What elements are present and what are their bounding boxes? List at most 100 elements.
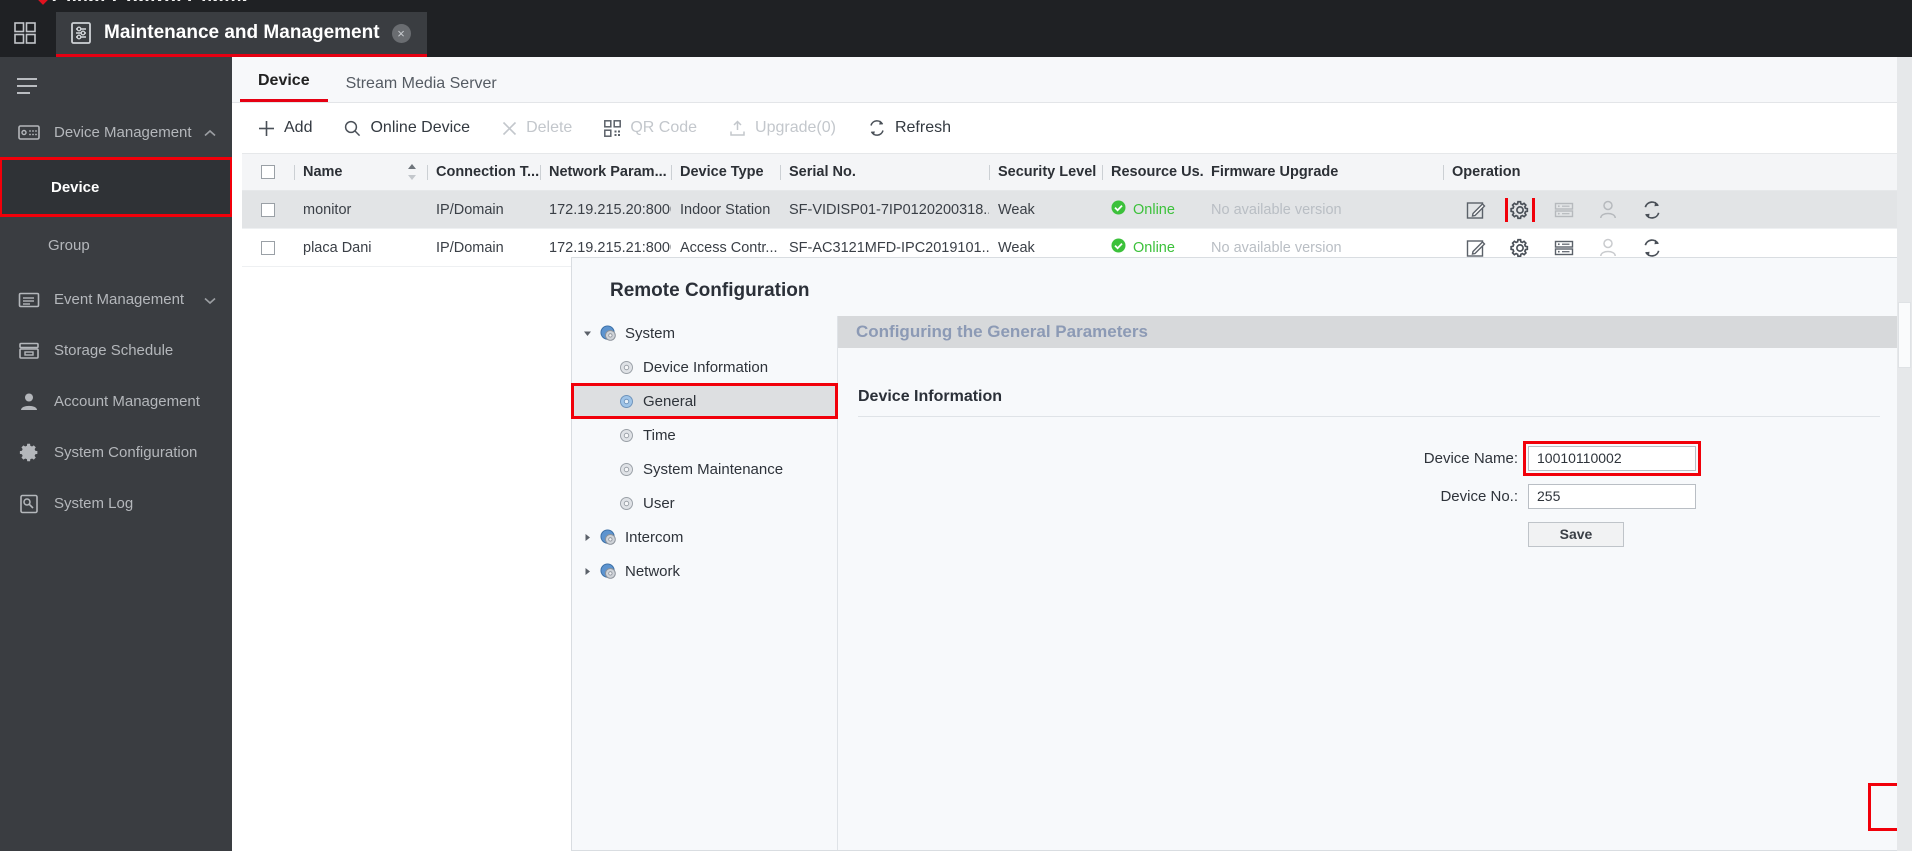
apps-grid-icon[interactable] [6,14,44,52]
menu-toggle-icon[interactable] [10,70,44,102]
device-no-label: Device No.: [1440,487,1518,505]
tree-node-system-maintenance[interactable]: System Maintenance [572,452,837,486]
main-vertical-scrollbar[interactable] [1897,57,1912,851]
device-toolbar: Add Online Device Delete QR Code Upgrade… [232,103,1912,153]
refresh-button[interactable]: Refresh [852,109,967,147]
sidebar-item-device-management[interactable]: Device Management [0,107,232,158]
online-device-label: Online Device [370,119,471,136]
sidebar-item-device[interactable]: Device [0,157,233,217]
config-pane: Configuring the General Parameters Devic… [838,316,1912,850]
gear-icon[interactable] [1505,197,1535,222]
device-no-field[interactable]: 255 [1528,483,1696,509]
online-status-icon [1111,200,1126,219]
chevron-right-icon[interactable] [578,533,596,542]
cell-resource-usage: Online [1103,238,1203,257]
device-name-field[interactable]: 10010110002 [1523,440,1701,476]
user-icon [1596,236,1620,260]
account-management-icon [14,389,44,415]
column-header-security-level[interactable]: Security Level [990,164,1102,180]
sidebar-item-label: Account Management [54,393,200,410]
tree-node-intercom[interactable]: Intercom [572,520,837,554]
edit-icon[interactable] [1464,198,1488,222]
tree-node-label: Network [625,562,681,580]
tree-node-label: General [643,392,697,410]
scrollbar-thumb[interactable] [1898,302,1911,368]
status-badge: Online [1133,201,1175,218]
column-header-operation[interactable]: Operation [1444,164,1912,180]
tree-node-time[interactable]: Time [572,418,837,452]
column-header-device-type[interactable]: Device Type [672,164,780,180]
qr-code-label: QR Code [630,119,698,136]
gear-small-icon [614,462,638,477]
row-checkbox[interactable] [242,240,294,255]
config-banner: Configuring the General Parameters [838,316,1900,348]
sidebar-item-system-log[interactable]: System Log [0,478,232,529]
chevron-down-icon[interactable] [578,329,596,338]
search-icon [344,120,361,137]
refresh-icon[interactable] [1640,198,1664,222]
refresh-label: Refresh [894,119,951,136]
sidebar-item-storage-schedule[interactable]: Storage Schedule [0,325,232,376]
server-icon [1552,198,1576,222]
sidebar-item-label: Device Management [54,124,192,141]
refresh-icon[interactable] [1640,236,1664,260]
column-header-network-param[interactable]: Network Param... [541,164,671,180]
online-device-button[interactable]: Online Device [328,109,486,147]
tree-node-label: System Maintenance [643,460,784,478]
tree-node-general[interactable]: General [571,383,838,419]
select-all-checkbox[interactable] [242,165,294,179]
section-divider [858,416,1880,417]
sidebar-item-label: Event Management [54,291,185,308]
sidebar-item-event-management[interactable]: Event Management [0,274,232,325]
gear-icon[interactable] [1508,236,1532,260]
add-button[interactable]: Add [242,109,328,147]
sidebar-item-label: Storage Schedule [54,342,174,359]
tree-node-label: User [643,494,675,512]
form-row-save: Save [838,515,1900,553]
column-header-firmware-upgrade[interactable]: Firmware Upgrade [1203,164,1443,180]
tree-node-label: Time [643,426,676,444]
server-icon[interactable] [1552,236,1576,260]
tree-node-user[interactable]: User [572,486,837,520]
tree-node-network[interactable]: Network [572,554,837,588]
tree-node-system[interactable]: System [572,316,837,350]
system-log-icon [14,491,44,517]
sidebar-item-label: System Configuration [54,444,198,461]
status-badge: Online [1133,239,1175,256]
brand-logo-icon [30,0,56,10]
sidebar-item-system-configuration[interactable]: System Configuration [0,427,232,478]
device-information-form: Device Name: 10010110002 Device No.: 255… [838,439,1900,553]
cell-security-level: Weak [998,201,1035,218]
chevron-right-icon[interactable] [578,567,596,576]
section-title: Device Information [858,388,1003,405]
upload-icon [729,119,746,137]
edit-icon[interactable] [1464,236,1488,260]
close-icon[interactable]: × [391,23,411,43]
form-row-device-no: Device No.: 255 [838,477,1900,515]
qr-code-icon [604,119,622,137]
tree-node-device-information[interactable]: Device Information [572,350,837,384]
content-tabs: Device Stream Media Server [232,57,1912,103]
tab-stream-media-server[interactable]: Stream Media Server [328,75,515,102]
plus-icon [258,120,275,137]
app-tab-label: Maintenance and Management [104,22,380,43]
column-header-resource-usage[interactable]: Resource Us... [1103,164,1203,180]
row-checkbox[interactable] [242,202,294,217]
globe-gear-icon [596,562,620,580]
column-header-connection-type[interactable]: Connection T... [428,164,540,180]
sidebar-item-account-management[interactable]: Account Management [0,376,232,427]
refresh-icon [868,119,886,137]
app-tab-maintenance[interactable]: Maintenance and Management × [56,12,427,57]
table-row[interactable]: monitor IP/Domain 172.19.215.20:8000 Ind… [242,191,1912,229]
user-icon [1596,198,1620,222]
column-header-name[interactable]: Name [295,164,399,180]
cell-device-type: Indoor Station [680,201,771,218]
cell-resource-usage: Online [1103,200,1203,219]
sort-arrows-icon[interactable] [399,161,427,183]
cell-network-param: 172.19.215.21:8000 [549,239,671,256]
tab-device[interactable]: Device [240,72,328,102]
column-header-serial-no[interactable]: Serial No. [781,164,989,180]
sidebar-item-group[interactable]: Group [0,216,232,274]
sidebar-item-label: System Log [54,495,134,512]
save-button[interactable]: Save [1528,521,1624,547]
